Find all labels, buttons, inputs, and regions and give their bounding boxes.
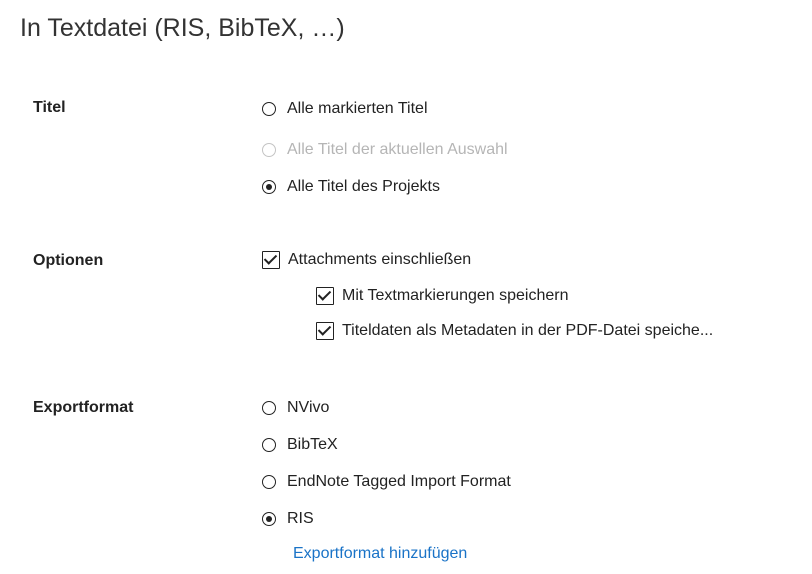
checkbox-attachments[interactable]: Attachments einschließen bbox=[262, 251, 471, 269]
radio-selected-icon bbox=[262, 512, 276, 526]
radio-icon bbox=[262, 401, 276, 415]
radio-label: EndNote Tagged Import Format bbox=[287, 473, 511, 490]
dialog-title: In Textdatei (RIS, BibTeX, …) bbox=[20, 14, 345, 42]
radio-label: Alle markierten Titel bbox=[287, 100, 428, 117]
radio-endnote[interactable]: EndNote Tagged Import Format bbox=[262, 473, 511, 491]
radio-icon bbox=[262, 102, 276, 116]
checkbox-checked-icon bbox=[316, 287, 334, 305]
exportformat-label: Exportformat bbox=[33, 399, 134, 416]
radio-bibtex[interactable]: BibTeX bbox=[262, 436, 338, 454]
radio-label: BibTeX bbox=[287, 436, 338, 453]
radio-alle-titel-aktuelle-auswahl: Alle Titel der aktuellen Auswahl bbox=[262, 141, 508, 159]
radio-icon bbox=[262, 143, 276, 157]
checkbox-metadaten[interactable]: Titeldaten als Metadaten in der PDF-Date… bbox=[316, 322, 713, 340]
radio-label: Alle Titel des Projekts bbox=[287, 178, 440, 195]
radio-selected-icon bbox=[262, 180, 276, 194]
checkbox-checked-icon bbox=[262, 251, 280, 269]
optionen-label: Optionen bbox=[33, 252, 104, 269]
checkbox-label: Mit Textmarkierungen speichern bbox=[342, 287, 569, 304]
export-dialog: In Textdatei (RIS, BibTeX, …) Titel Alle… bbox=[0, 0, 812, 574]
radio-alle-markierten-titel[interactable]: Alle markierten Titel bbox=[262, 100, 428, 118]
add-exportformat-link[interactable]: Exportformat hinzufügen bbox=[293, 545, 467, 563]
radio-label: RIS bbox=[287, 510, 314, 527]
checkbox-label: Attachments einschließen bbox=[288, 251, 472, 268]
checkbox-label: Titeldaten als Metadaten in der PDF-Date… bbox=[342, 322, 714, 339]
titel-label: Titel bbox=[33, 99, 66, 116]
radio-nvivo[interactable]: NVivo bbox=[262, 399, 329, 417]
radio-label: NVivo bbox=[287, 399, 330, 416]
radio-alle-titel-des-projekts[interactable]: Alle Titel des Projekts bbox=[262, 178, 440, 196]
radio-icon bbox=[262, 475, 276, 489]
radio-ris[interactable]: RIS bbox=[262, 510, 314, 528]
checkbox-textmarkierungen[interactable]: Mit Textmarkierungen speichern bbox=[316, 287, 568, 305]
radio-label: Alle Titel der aktuellen Auswahl bbox=[287, 141, 508, 158]
checkbox-checked-icon bbox=[316, 322, 334, 340]
radio-icon bbox=[262, 438, 276, 452]
